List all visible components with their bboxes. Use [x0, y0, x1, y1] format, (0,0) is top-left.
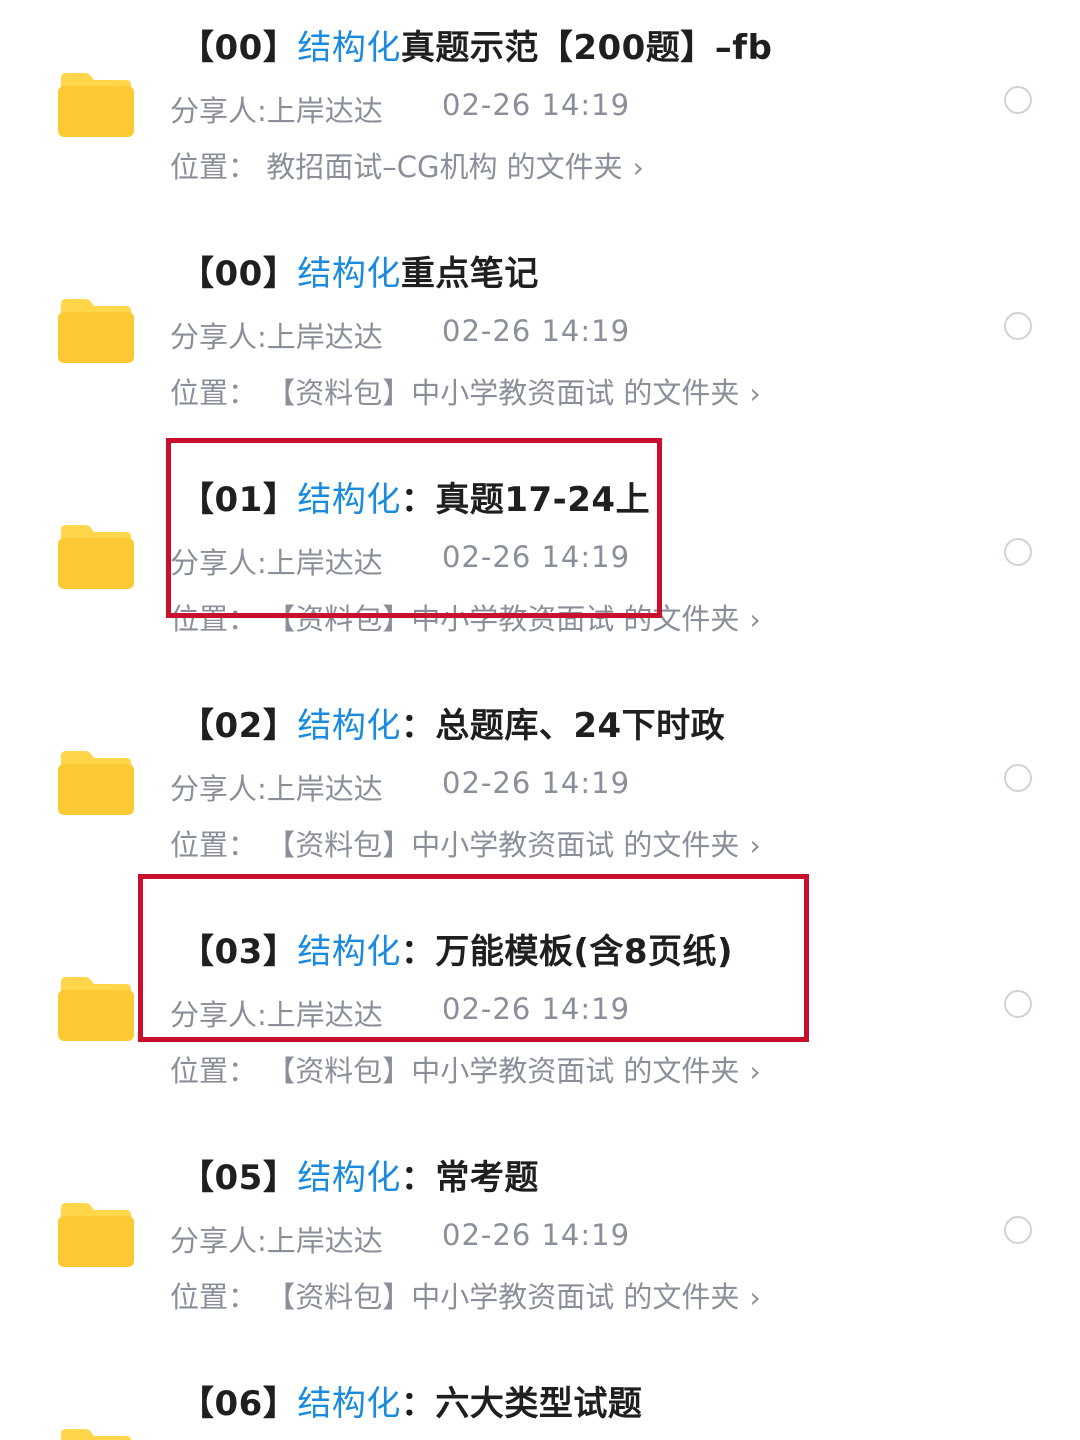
highlight-keyword: 结构化 [297, 254, 401, 294]
timestamp: 02-26 14:19 [442, 540, 631, 574]
item-title: 【02】结构化：总题库、24下时政 [180, 706, 726, 746]
item-meta: 分享人:上岸达达 02-26 14:19 [170, 88, 629, 130]
timestamp: 02-26 14:19 [442, 314, 631, 348]
item-meta: 分享人:上岸达达 02-26 14:19 [170, 766, 629, 808]
item-meta: 分享人:上岸达达 02-26 14:19 [170, 1218, 629, 1260]
location-link[interactable]: 位置： 【资料包】中小学教资面试 的文件夹 › [170, 1048, 761, 1090]
highlight-keyword: 结构化 [297, 480, 401, 520]
location-link[interactable]: 位置： 【资料包】中小学教资面试 的文件夹 › [170, 822, 761, 864]
timestamp: 02-26 14:19 [442, 992, 631, 1026]
folder-icon [61, 1429, 131, 1440]
item-title: 【01】结构化：真题17-24上 [180, 480, 651, 520]
sharer-label: 分享人:上岸达达 [170, 772, 383, 806]
folder-icon [58, 1203, 134, 1267]
chevron-right-icon: › [749, 1055, 761, 1088]
select-radio[interactable] [1004, 86, 1032, 114]
folder-icon [58, 525, 134, 589]
highlight-keyword: 结构化 [297, 932, 401, 972]
timestamp: 02-26 14:19 [442, 766, 631, 800]
location-link[interactable]: 位置： 教招面试–CG机构 的文件夹 › [170, 144, 644, 186]
location-link[interactable]: 位置： 【资料包】中小学教资面试 的文件夹 › [170, 1274, 761, 1316]
select-radio[interactable] [1004, 764, 1032, 792]
sharer-label: 分享人:上岸达达 [170, 1224, 383, 1258]
list-item[interactable]: 【00】结构化重点笔记 分享人:上岸达达 02-26 14:19 位置： 【资料… [0, 226, 1080, 452]
item-title: 【06】结构化：六大类型试题 [180, 1384, 643, 1424]
item-title: 【03】结构化：万能模板(含8页纸) [180, 932, 734, 972]
highlight-keyword: 结构化 [297, 706, 401, 746]
highlight-keyword: 结构化 [297, 1158, 401, 1198]
item-meta: 分享人:上岸达达 02-26 14:19 [170, 540, 629, 582]
folder-icon [58, 73, 134, 137]
location-text: 位置： 【资料包】中小学教资面试 的文件夹 [170, 1280, 740, 1314]
item-title: 【00】结构化重点笔记 [180, 254, 539, 294]
sharer-label: 分享人:上岸达达 [170, 94, 383, 128]
location-link[interactable]: 位置： 【资料包】中小学教资面试 的文件夹 › [170, 596, 761, 638]
list-item[interactable]: 【00】结构化真题示范【200题】–fb 分享人:上岸达达 02-26 14:1… [0, 0, 1080, 226]
select-radio[interactable] [1004, 538, 1032, 566]
location-text: 位置： 教招面试–CG机构 的文件夹 [170, 150, 623, 184]
folder-icon [58, 751, 134, 815]
timestamp: 02-26 14:19 [442, 1218, 631, 1252]
location-text: 位置： 【资料包】中小学教资面试 的文件夹 [170, 376, 740, 410]
chevron-right-icon: › [749, 603, 761, 636]
chevron-right-icon: › [749, 1281, 761, 1314]
location-text: 位置： 【资料包】中小学教资面试 的文件夹 [170, 828, 740, 862]
item-title: 【05】结构化：常考题 [180, 1158, 539, 1198]
highlight-keyword: 结构化 [297, 1384, 401, 1424]
select-radio[interactable] [1004, 312, 1032, 340]
folder-icon [58, 299, 134, 363]
location-text: 位置： 【资料包】中小学教资面试 的文件夹 [170, 602, 740, 636]
list-item[interactable]: 【03】结构化：万能模板(含8页纸) 分享人:上岸达达 02-26 14:19 … [0, 904, 1080, 1130]
shared-file-list: 【00】结构化真题示范【200题】–fb 分享人:上岸达达 02-26 14:1… [0, 0, 1080, 1440]
list-item[interactable]: 【02】结构化：总题库、24下时政 分享人:上岸达达 02-26 14:19 位… [0, 678, 1080, 904]
item-title: 【00】结构化真题示范【200题】–fb [180, 28, 773, 68]
sharer-label: 分享人:上岸达达 [170, 320, 383, 354]
folder-icon [58, 977, 134, 1041]
item-meta: 分享人:上岸达达 02-26 14:19 [170, 992, 629, 1034]
chevron-right-icon: › [749, 377, 761, 410]
list-item[interactable]: 【05】结构化：常考题 分享人:上岸达达 02-26 14:19 位置： 【资料… [0, 1130, 1080, 1356]
list-item[interactable]: 【01】结构化：真题17-24上 分享人:上岸达达 02-26 14:19 位置… [0, 452, 1080, 678]
item-meta: 分享人:上岸达达 02-26 14:19 [170, 314, 629, 356]
select-radio[interactable] [1004, 990, 1032, 1018]
select-radio[interactable] [1004, 1216, 1032, 1244]
location-link[interactable]: 位置： 【资料包】中小学教资面试 的文件夹 › [170, 370, 761, 412]
timestamp: 02-26 14:19 [442, 88, 631, 122]
highlight-keyword: 结构化 [297, 28, 401, 68]
chevron-right-icon: › [749, 829, 761, 862]
sharer-label: 分享人:上岸达达 [170, 546, 383, 580]
sharer-label: 分享人:上岸达达 [170, 998, 383, 1032]
location-text: 位置： 【资料包】中小学教资面试 的文件夹 [170, 1054, 740, 1088]
chevron-right-icon: › [632, 151, 644, 184]
list-item[interactable]: 【06】结构化：六大类型试题 [0, 1356, 1080, 1440]
